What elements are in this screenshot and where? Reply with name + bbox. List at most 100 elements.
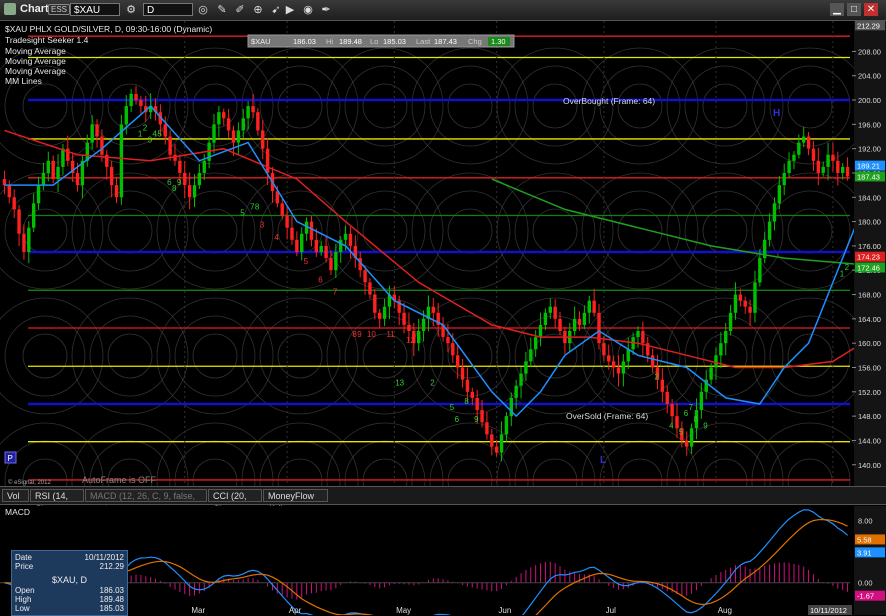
candle-body <box>51 160 55 180</box>
tab-cci[interactable]: CCI (20, C)✕ <box>208 489 262 514</box>
title-bar: Chart ESS $XAU ⚙ D ◎ ✎ ✐ ⊕ ➹ ▶ ◉ ✒ ▁ □ ✕ <box>0 0 886 21</box>
tab-rsi[interactable]: RSI (14, C)✕ <box>30 489 84 514</box>
price-tick-label: 176.00 <box>858 242 881 251</box>
candle-body <box>319 245 323 252</box>
quote-chg-label: Chg <box>468 37 482 46</box>
candle-body <box>460 367 465 380</box>
candle-body <box>777 185 782 204</box>
price-chart[interactable]: 3456789101112234567891123456895782568924… <box>0 21 886 486</box>
price-tick-label: 164.00 <box>858 315 881 324</box>
brush-icon[interactable]: ✐ <box>233 3 247 17</box>
overbought-label: OverBought (Frame: 64) <box>563 96 655 106</box>
price-tick-label: 156.00 <box>858 364 881 373</box>
candle-body <box>41 172 46 186</box>
link-icon[interactable]: ⚙ <box>124 3 138 17</box>
candle-body <box>2 179 7 186</box>
cursor-icon[interactable]: ➹ <box>269 3 283 17</box>
info-symbol: $XAU, D <box>51 575 87 585</box>
quote-symbol: $XAU <box>251 37 271 46</box>
candle-body <box>621 361 626 374</box>
refresh-icon[interactable]: ◎ <box>196 3 210 17</box>
candle-body <box>36 185 41 204</box>
play-icon[interactable]: ▶ <box>283 3 297 17</box>
window-title: Chart <box>20 3 49 15</box>
seeker-label-green: 2 <box>430 379 435 388</box>
candle-body <box>402 312 406 325</box>
candle-body <box>772 203 777 222</box>
study-line-2: Tradesight Seeker 1.4 <box>5 35 89 45</box>
candle-body <box>90 124 94 143</box>
candle-body <box>17 209 21 234</box>
candle-body <box>100 136 104 155</box>
candle-body <box>416 331 421 344</box>
info-price-row: Price 212.29 <box>15 562 124 571</box>
seeker-label-green: 8 <box>693 415 698 424</box>
candle-body <box>95 124 99 137</box>
candle-body <box>163 124 167 137</box>
seeker-label-green: 8 <box>464 397 469 406</box>
price-tag-label: 174.23 <box>857 253 880 262</box>
candle-body <box>46 160 51 173</box>
tab-macd[interactable]: MACD (12, 26, C, 9, false, true)✕ <box>85 489 207 514</box>
candle-body <box>129 93 133 107</box>
price-tick-label: 160.00 <box>858 339 881 348</box>
candle-body <box>490 434 494 447</box>
candle-body <box>246 106 250 119</box>
quote-last-label: Last <box>416 37 431 46</box>
candle-body <box>334 252 338 271</box>
tab-vol[interactable]: Vol <box>2 489 29 502</box>
candle-body <box>465 379 470 392</box>
candle-body <box>470 391 475 398</box>
seeker-label-green: 5 <box>240 209 245 218</box>
seeker-label-red: 6 <box>318 275 323 284</box>
candle-body <box>806 136 811 149</box>
candle-body <box>382 306 387 319</box>
candle-body <box>348 233 353 246</box>
crosshair-icon[interactable]: ⊕ <box>251 3 265 17</box>
macd-date-tick: Jul <box>606 606 616 615</box>
candle-body <box>192 185 197 198</box>
seeker-label-green: 2 <box>654 373 659 382</box>
window-badge: ESS <box>48 4 71 15</box>
seeker-label-green: 5 <box>450 403 455 412</box>
candle-body <box>314 239 319 252</box>
draw-pencil-icon[interactable]: ✎ <box>215 3 229 17</box>
macd-chart[interactable]: 8.004.000.00 5.583.91-1.67 MACD MarAprMa… <box>0 506 886 615</box>
interval-input[interactable]: D <box>143 3 193 16</box>
minimize-icon[interactable]: ▁ <box>830 3 844 16</box>
candle-body <box>548 306 552 313</box>
candle-body <box>650 355 655 368</box>
quote-chg: 1.30 <box>491 37 506 46</box>
oversold-label: OverSold (Frame: 64) <box>566 411 648 421</box>
quote-last: 187.43 <box>434 37 457 46</box>
price-tick-label: 196.00 <box>858 120 881 129</box>
macd-tick-label: 0.00 <box>858 579 873 588</box>
seeker-label-green: 6 <box>455 415 460 424</box>
candle-body <box>519 373 523 386</box>
symbol-input[interactable]: $XAU <box>70 3 120 16</box>
info-date-row: Date 10/11/2012 <box>15 553 124 562</box>
candle-body <box>446 337 450 344</box>
seeker-label-green: 5 <box>157 130 162 139</box>
macd-tag-label: 5.58 <box>857 535 872 544</box>
zoom-icon[interactable]: ◉ <box>301 3 315 17</box>
candle-body <box>368 282 372 295</box>
study-line-4: Moving Average <box>5 56 66 66</box>
copyright-label: © eSignal, 2012 <box>8 479 51 486</box>
candle-body <box>7 185 12 198</box>
candle-body <box>845 166 850 177</box>
maximize-icon[interactable]: □ <box>847 3 861 16</box>
close-icon[interactable]: ✕ <box>864 3 878 16</box>
tab-moneyflow[interactable]: MoneyFlow (14)✕ <box>263 489 328 514</box>
candle-body <box>767 221 772 240</box>
price-tick-label: 180.00 <box>858 218 881 227</box>
candle-body <box>373 294 377 313</box>
candle-body <box>748 306 752 313</box>
candle-body <box>641 331 645 344</box>
macd-date-tick: Jun <box>498 606 511 615</box>
candle-body <box>363 270 367 283</box>
candle-body <box>572 318 577 332</box>
seeker-label-red: 7 <box>333 288 338 297</box>
candle-body <box>236 130 241 143</box>
pin-icon[interactable]: ✒ <box>319 3 333 17</box>
